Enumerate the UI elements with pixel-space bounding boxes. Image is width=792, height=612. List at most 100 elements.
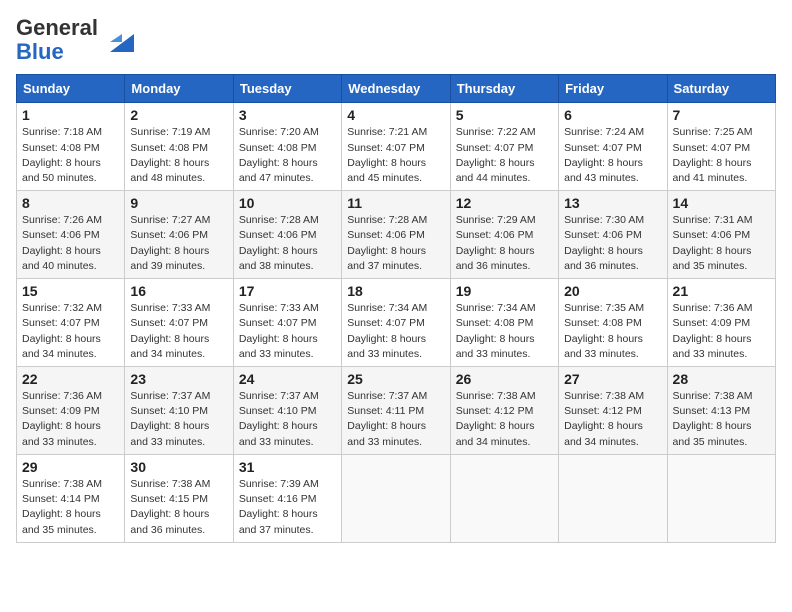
day-number: 18 — [347, 283, 444, 299]
day-number: 25 — [347, 371, 444, 387]
empty-cell — [559, 454, 667, 542]
day-cell-5: 5 Sunrise: 7:22 AMSunset: 4:07 PMDaylight… — [450, 103, 558, 191]
day-number: 20 — [564, 283, 661, 299]
day-cell-24: 24 Sunrise: 7:37 AMSunset: 4:10 PMDayligh… — [233, 367, 341, 455]
day-cell-30: 30 Sunrise: 7:38 AMSunset: 4:15 PMDayligh… — [125, 454, 233, 542]
empty-cell — [667, 454, 775, 542]
day-number: 5 — [456, 107, 553, 123]
day-cell-14: 14Sunrise: 7:31 AMSunset: 4:06 PMDayligh… — [667, 191, 775, 279]
day-number: 15 — [22, 283, 119, 299]
week-row-5: 29Sunrise: 7:38 AMSunset: 4:14 PMDayligh… — [17, 454, 776, 542]
day-number: 12 — [456, 195, 553, 211]
day-info: Sunrise: 7:36 AMSunset: 4:09 PMDaylight:… — [673, 301, 770, 362]
day-number: 31 — [239, 459, 336, 475]
day-cell-9: 9Sunrise: 7:27 AMSunset: 4:06 PMDaylight… — [125, 191, 233, 279]
day-cell-21: 21 Sunrise: 7:36 AMSunset: 4:09 PMDayligh… — [667, 279, 775, 367]
day-number: 4 — [347, 107, 444, 123]
calendar-header-row: SundayMondayTuesdayWednesdayThursdayFrid… — [17, 75, 776, 103]
day-number: 21 — [673, 283, 770, 299]
day-info: Sunrise: 7:34 AMSunset: 4:08 PMDaylight:… — [456, 301, 553, 362]
col-header-monday: Monday — [125, 75, 233, 103]
day-cell-20: 20 Sunrise: 7:35 AMSunset: 4:08 PMDayligh… — [559, 279, 667, 367]
day-cell-8: 8Sunrise: 7:26 AMSunset: 4:06 PMDaylight… — [17, 191, 125, 279]
day-number: 27 — [564, 371, 661, 387]
day-number: 24 — [239, 371, 336, 387]
day-info: Sunrise: 7:25 AMSunset: 4:07 PMDaylight:… — [673, 125, 770, 186]
day-info: Sunrise: 7:38 AMSunset: 4:12 PMDaylight:… — [564, 389, 661, 450]
logo-icon — [102, 24, 134, 56]
logo-text: General Blue — [16, 16, 98, 64]
week-row-2: 8Sunrise: 7:26 AMSunset: 4:06 PMDaylight… — [17, 191, 776, 279]
day-cell-23: 23 Sunrise: 7:37 AMSunset: 4:10 PMDayligh… — [125, 367, 233, 455]
col-header-wednesday: Wednesday — [342, 75, 450, 103]
week-row-3: 15 Sunrise: 7:32 AMSunset: 4:07 PMDayligh… — [17, 279, 776, 367]
empty-cell — [342, 454, 450, 542]
day-cell-7: 7 Sunrise: 7:25 AMSunset: 4:07 PMDaylight… — [667, 103, 775, 191]
logo-general: General — [16, 15, 98, 40]
day-number: 14 — [673, 195, 770, 211]
empty-cell — [450, 454, 558, 542]
day-info: Sunrise: 7:33 AMSunset: 4:07 PMDaylight:… — [130, 301, 227, 362]
day-cell-28: 28Sunrise: 7:38 AMSunset: 4:13 PMDayligh… — [667, 367, 775, 455]
day-cell-6: 6 Sunrise: 7:24 AMSunset: 4:07 PMDaylight… — [559, 103, 667, 191]
day-info: Sunrise: 7:20 AMSunset: 4:08 PMDaylight:… — [239, 125, 336, 186]
day-cell-10: 10Sunrise: 7:28 AMSunset: 4:06 PMDayligh… — [233, 191, 341, 279]
day-info: Sunrise: 7:37 AMSunset: 4:11 PMDaylight:… — [347, 389, 444, 450]
day-cell-22: 22 Sunrise: 7:36 AMSunset: 4:09 PMDayligh… — [17, 367, 125, 455]
day-cell-2: 2Sunrise: 7:19 AMSunset: 4:08 PMDaylight… — [125, 103, 233, 191]
day-info: Sunrise: 7:28 AMSunset: 4:06 PMDaylight:… — [239, 213, 336, 274]
day-cell-18: 18 Sunrise: 7:34 AMSunset: 4:07 PMDayligh… — [342, 279, 450, 367]
day-info: Sunrise: 7:33 AMSunset: 4:07 PMDaylight:… — [239, 301, 336, 362]
logo-blue: Blue — [16, 39, 64, 64]
day-number: 13 — [564, 195, 661, 211]
day-info: Sunrise: 7:18 AMSunset: 4:08 PMDaylight:… — [22, 125, 119, 186]
day-cell-17: 17 Sunrise: 7:33 AMSunset: 4:07 PMDayligh… — [233, 279, 341, 367]
day-number: 6 — [564, 107, 661, 123]
day-info: Sunrise: 7:38 AMSunset: 4:15 PMDaylight:… — [130, 477, 227, 538]
day-info: Sunrise: 7:27 AMSunset: 4:06 PMDaylight:… — [130, 213, 227, 274]
day-info: Sunrise: 7:24 AMSunset: 4:07 PMDaylight:… — [564, 125, 661, 186]
day-cell-27: 27 Sunrise: 7:38 AMSunset: 4:12 PMDayligh… — [559, 367, 667, 455]
day-info: Sunrise: 7:37 AMSunset: 4:10 PMDaylight:… — [130, 389, 227, 450]
day-info: Sunrise: 7:38 AMSunset: 4:12 PMDaylight:… — [456, 389, 553, 450]
day-info: Sunrise: 7:36 AMSunset: 4:09 PMDaylight:… — [22, 389, 119, 450]
day-number: 19 — [456, 283, 553, 299]
day-info: Sunrise: 7:32 AMSunset: 4:07 PMDaylight:… — [22, 301, 119, 362]
day-cell-16: 16Sunrise: 7:33 AMSunset: 4:07 PMDayligh… — [125, 279, 233, 367]
day-info: Sunrise: 7:21 AMSunset: 4:07 PMDaylight:… — [347, 125, 444, 186]
page-header: General Blue — [16, 16, 776, 64]
day-cell-25: 25 Sunrise: 7:37 AMSunset: 4:11 PMDayligh… — [342, 367, 450, 455]
day-cell-3: 3Sunrise: 7:20 AMSunset: 4:08 PMDaylight… — [233, 103, 341, 191]
week-row-4: 22 Sunrise: 7:36 AMSunset: 4:09 PMDayligh… — [17, 367, 776, 455]
day-info: Sunrise: 7:29 AMSunset: 4:06 PMDaylight:… — [456, 213, 553, 274]
day-number: 29 — [22, 459, 119, 475]
day-cell-26: 26 Sunrise: 7:38 AMSunset: 4:12 PMDayligh… — [450, 367, 558, 455]
day-number: 30 — [130, 459, 227, 475]
logo: General Blue — [16, 16, 134, 64]
day-info: Sunrise: 7:34 AMSunset: 4:07 PMDaylight:… — [347, 301, 444, 362]
day-number: 17 — [239, 283, 336, 299]
day-info: Sunrise: 7:35 AMSunset: 4:08 PMDaylight:… — [564, 301, 661, 362]
day-info: Sunrise: 7:22 AMSunset: 4:07 PMDaylight:… — [456, 125, 553, 186]
col-header-thursday: Thursday — [450, 75, 558, 103]
day-number: 22 — [22, 371, 119, 387]
calendar-table: SundayMondayTuesdayWednesdayThursdayFrid… — [16, 74, 776, 542]
day-cell-31: 31Sunrise: 7:39 AMSunset: 4:16 PMDayligh… — [233, 454, 341, 542]
col-header-friday: Friday — [559, 75, 667, 103]
day-number: 23 — [130, 371, 227, 387]
day-cell-13: 13 Sunrise: 7:30 AMSunset: 4:06 PMDayligh… — [559, 191, 667, 279]
day-info: Sunrise: 7:28 AMSunset: 4:06 PMDaylight:… — [347, 213, 444, 274]
day-number: 26 — [456, 371, 553, 387]
day-number: 1 — [22, 107, 119, 123]
week-row-1: 1 Sunrise: 7:18 AMSunset: 4:08 PMDaylight… — [17, 103, 776, 191]
col-header-tuesday: Tuesday — [233, 75, 341, 103]
day-number: 8 — [22, 195, 119, 211]
day-cell-11: 11Sunrise: 7:28 AMSunset: 4:06 PMDayligh… — [342, 191, 450, 279]
day-number: 7 — [673, 107, 770, 123]
day-cell-15: 15 Sunrise: 7:32 AMSunset: 4:07 PMDayligh… — [17, 279, 125, 367]
day-cell-19: 19 Sunrise: 7:34 AMSunset: 4:08 PMDayligh… — [450, 279, 558, 367]
day-info: Sunrise: 7:37 AMSunset: 4:10 PMDaylight:… — [239, 389, 336, 450]
day-info: Sunrise: 7:19 AMSunset: 4:08 PMDaylight:… — [130, 125, 227, 186]
day-info: Sunrise: 7:30 AMSunset: 4:06 PMDaylight:… — [564, 213, 661, 274]
day-cell-29: 29Sunrise: 7:38 AMSunset: 4:14 PMDayligh… — [17, 454, 125, 542]
